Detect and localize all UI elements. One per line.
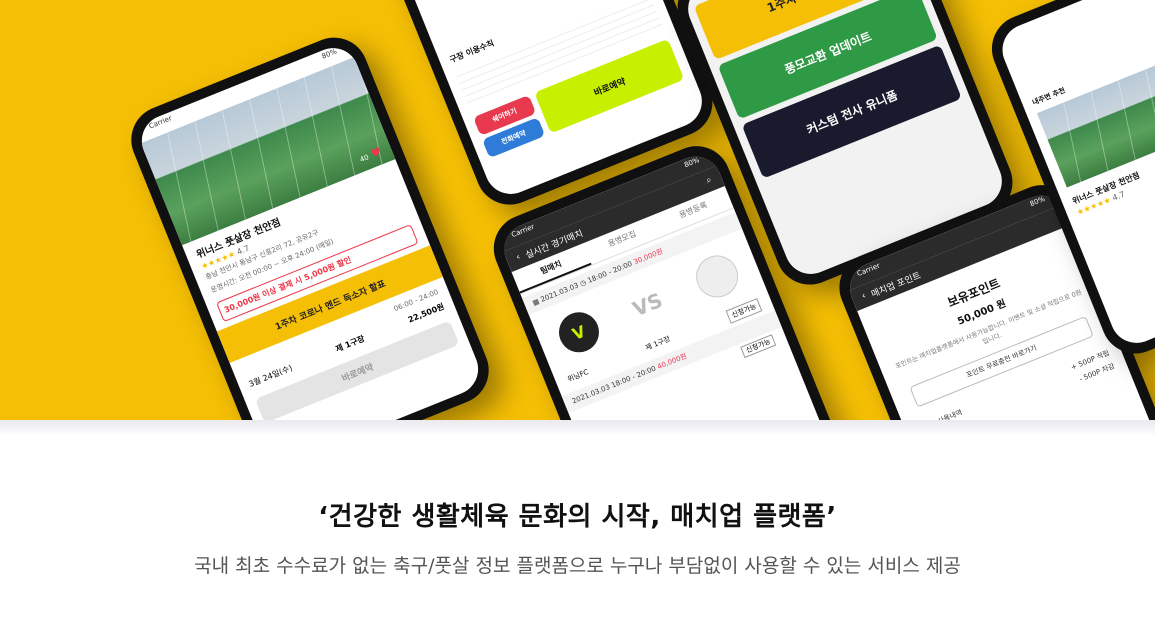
back-icon[interactable]: ‹: [860, 291, 867, 302]
search-icon[interactable]: ⌕: [705, 175, 713, 186]
phone-screen: Carrier 80% ♥ 40 위너스 풋살장 천안점 ★★★★★ 4.7 충…: [134, 40, 486, 428]
headline: ‘건강한 생활체육 문화의 시작, 매치업 플랫폼’: [318, 502, 837, 532]
empty-team-slot: [690, 249, 745, 304]
clock-icon: ◷: [578, 278, 588, 289]
subheadline: 국내 최초 수수료가 없는 축구/풋살 정보 플랫폼으로 누구나 부담없이 사용…: [194, 555, 961, 577]
calendar-icon: ▦: [531, 297, 541, 308]
back-icon[interactable]: ‹: [515, 252, 522, 263]
team-logo: V: [552, 306, 605, 359]
vs-label: VS: [629, 287, 666, 322]
divider: [0, 420, 1155, 436]
hero-banner: Carrier 80% ♥ 40 위너스 풋살장 천안점 ★★★★★ 4.7 충…: [0, 0, 1155, 428]
